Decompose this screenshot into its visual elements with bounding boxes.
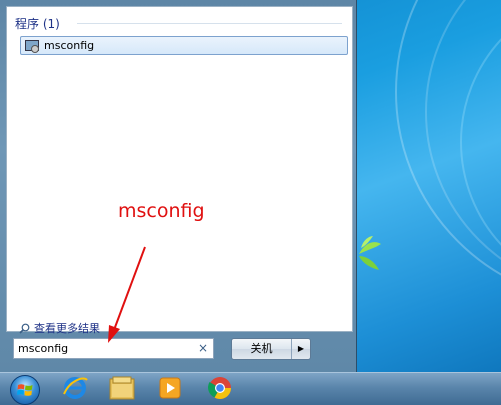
start-menu: 程序 (1) msconfig 查看更多结果 × 关机 ▶ — [0, 0, 357, 373]
programs-section-header: 程序 (1) — [15, 17, 60, 31]
file-explorer-icon[interactable] — [107, 374, 137, 402]
start-orb-button[interactable] — [10, 375, 40, 405]
search-input[interactable] — [18, 341, 198, 356]
shutdown-button[interactable]: 关机 ▶ — [231, 338, 311, 360]
desktop-wallpaper — [355, 0, 501, 372]
start-search-box[interactable]: × — [13, 338, 214, 359]
internet-explorer-icon[interactable] — [60, 374, 90, 402]
windows-flag-icon — [17, 384, 33, 396]
wallpaper-leaf-decoration — [359, 236, 381, 270]
section-divider — [77, 23, 342, 24]
media-player-icon[interactable] — [155, 374, 185, 402]
result-item-label: msconfig — [44, 39, 95, 52]
msconfig-icon — [25, 39, 39, 53]
shutdown-options-arrow-icon[interactable]: ▶ — [292, 339, 310, 359]
search-results-panel: 程序 (1) msconfig 查看更多结果 — [6, 6, 353, 335]
chrome-icon[interactable] — [205, 374, 235, 402]
annotation-text: msconfig — [118, 200, 205, 222]
see-more-results-label: 查看更多结果 — [34, 322, 100, 335]
see-more-results-link[interactable]: 查看更多结果 — [19, 320, 100, 336]
result-item-msconfig[interactable]: msconfig — [20, 36, 348, 55]
search-icon — [19, 323, 30, 334]
shutdown-label: 关机 — [250, 342, 273, 355]
clear-search-icon[interactable]: × — [198, 341, 208, 356]
